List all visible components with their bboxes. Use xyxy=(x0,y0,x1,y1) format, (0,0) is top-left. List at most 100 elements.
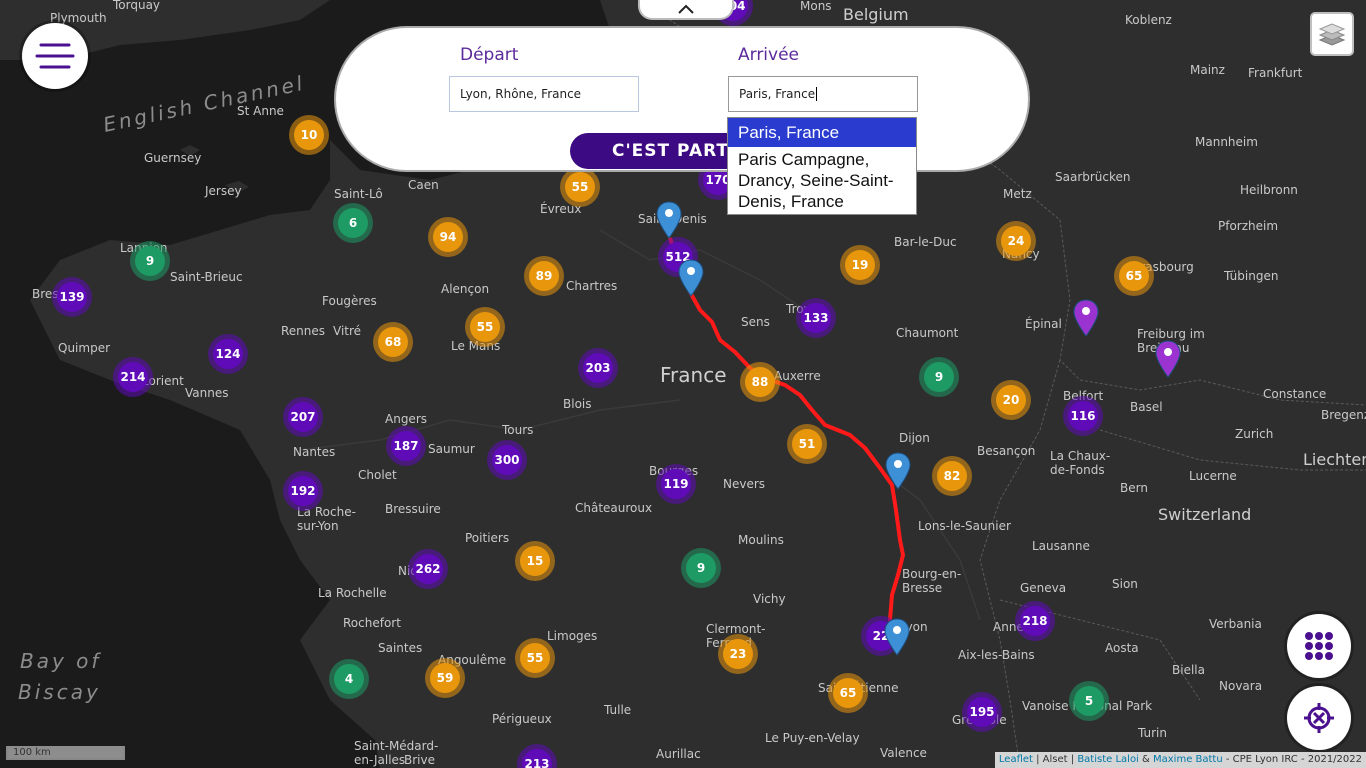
place-label: Zurich xyxy=(1235,427,1273,441)
cluster-marker[interactable]: 5 xyxy=(1069,681,1109,721)
author-link-2[interactable]: Maxime Battu xyxy=(1153,754,1223,765)
cluster-marker[interactable]: 88 xyxy=(740,362,780,402)
cluster-count: 192 xyxy=(290,484,315,498)
place-label: Pforzheim xyxy=(1218,219,1278,233)
layers-button[interactable] xyxy=(1310,12,1354,56)
place-label: Bar-le-Duc xyxy=(894,235,957,249)
cluster-marker[interactable]: 65 xyxy=(828,673,868,713)
cluster-marker[interactable]: 68 xyxy=(373,322,413,362)
cluster-marker[interactable]: 9 xyxy=(919,357,959,397)
cluster-marker[interactable]: 94 xyxy=(428,217,468,257)
cluster-count: 65 xyxy=(840,686,857,700)
place-label: Bressuire xyxy=(385,502,441,516)
cluster-marker[interactable]: 218 xyxy=(1015,601,1055,641)
cluster-marker[interactable]: 55 xyxy=(560,167,600,207)
cluster-marker[interactable]: 24 xyxy=(996,221,1036,261)
cluster-count: 10 xyxy=(301,128,318,142)
menu-button[interactable] xyxy=(22,23,88,89)
hamburger-menu-icon xyxy=(35,43,75,69)
arrivee-value: Paris, France xyxy=(739,87,816,101)
place-label: Mainz xyxy=(1190,63,1225,77)
place-label: Frankfurt xyxy=(1248,66,1303,80)
arrivee-label: Arrivée xyxy=(738,45,800,65)
cluster-marker[interactable]: 55 xyxy=(515,638,555,678)
place-label: Cholet xyxy=(358,468,397,482)
cluster-marker[interactable]: 10 xyxy=(289,115,329,155)
cluster-count: 24 xyxy=(1008,234,1025,248)
cluster-marker[interactable]: 23 xyxy=(718,634,758,674)
depart-label: Départ xyxy=(460,45,519,65)
route-panel: Départ Lyon, Rhône, France Arrivée Paris… xyxy=(334,26,1030,172)
cluster-marker[interactable]: 6 xyxy=(333,203,373,243)
cluster-marker[interactable]: 19 xyxy=(840,245,880,285)
place-label: Moulins xyxy=(738,533,784,547)
cluster-marker[interactable]: 187 xyxy=(386,426,426,466)
cluster-marker[interactable]: 20 xyxy=(991,380,1031,420)
leaflet-link[interactable]: Leaflet xyxy=(999,754,1033,765)
place-label: Lucerne xyxy=(1189,469,1237,483)
locate-button[interactable] xyxy=(1287,686,1351,750)
cluster-marker[interactable]: 9 xyxy=(130,241,170,281)
cluster-count: 119 xyxy=(663,477,688,491)
place-label: Aix-les-Bains xyxy=(958,648,1035,662)
place-label: Mannheim xyxy=(1195,135,1258,149)
place-label: Rennes xyxy=(281,324,325,338)
crosshair-locate-icon xyxy=(1304,703,1334,733)
cluster-count: 55 xyxy=(527,651,544,665)
place-label: Lausanne xyxy=(1032,539,1090,553)
place-label: Fougères xyxy=(322,294,377,308)
apps-button[interactable] xyxy=(1287,614,1351,678)
cluster-count: 187 xyxy=(393,439,418,453)
cluster-marker[interactable]: 51 xyxy=(787,424,827,464)
cluster-count: 6 xyxy=(349,216,357,230)
country-label-liechtenstein: Liechtenstein xyxy=(1303,450,1366,469)
depart-input[interactable]: Lyon, Rhône, France xyxy=(449,76,639,112)
cluster-marker[interactable]: 65 xyxy=(1114,256,1154,296)
place-label: Nevers xyxy=(723,477,765,491)
cluster-marker[interactable]: 192 xyxy=(283,471,323,511)
arrivee-input[interactable]: Paris, France xyxy=(728,76,918,112)
cluster-marker[interactable]: 82 xyxy=(932,456,972,496)
place-label: Vichy xyxy=(753,592,786,606)
country-label-switzerland: Switzerland xyxy=(1158,505,1251,524)
place-label: La Rochelle xyxy=(318,586,387,600)
cluster-marker[interactable]: 262 xyxy=(408,549,448,589)
cluster-count: 214 xyxy=(120,370,145,384)
place-label: Sion xyxy=(1112,577,1138,591)
place-label: La Chaux-de-Fonds xyxy=(1050,449,1110,477)
collapse-panel-button[interactable] xyxy=(638,0,734,20)
cluster-marker[interactable]: 300 xyxy=(487,440,527,480)
cluster-marker[interactable]: 203 xyxy=(578,348,618,388)
cluster-marker[interactable]: 139 xyxy=(52,277,92,317)
attribution-rest: - CPE Lyon IRC - 2021/2022 xyxy=(1222,754,1362,765)
place-label: Biella xyxy=(1172,663,1205,677)
cluster-marker[interactable]: 214 xyxy=(113,357,153,397)
cluster-count: 9 xyxy=(935,370,943,384)
cluster-count: 9 xyxy=(146,254,154,268)
cluster-marker[interactable]: 195 xyxy=(962,692,1002,732)
place-label: Basel xyxy=(1130,400,1163,414)
cluster-count: 116 xyxy=(1070,409,1095,423)
cluster-count: 59 xyxy=(437,671,454,685)
cluster-count: 19 xyxy=(852,258,869,272)
cluster-marker[interactable]: 4 xyxy=(329,659,369,699)
cluster-marker[interactable]: 124 xyxy=(208,334,248,374)
cluster-marker[interactable]: 89 xyxy=(524,256,564,296)
cluster-count: 207 xyxy=(290,410,315,424)
place-label: Mons xyxy=(800,0,832,13)
cluster-marker[interactable]: 15 xyxy=(515,541,555,581)
author-link-1[interactable]: Batiste Laloi xyxy=(1077,754,1139,765)
cluster-marker[interactable]: 119 xyxy=(656,464,696,504)
cluster-marker[interactable]: 9 xyxy=(681,548,721,588)
suggestion-item[interactable]: Paris, France xyxy=(728,118,916,147)
cluster-marker[interactable]: 207 xyxy=(283,397,323,437)
place-label: Verbania xyxy=(1209,617,1262,631)
cluster-marker[interactable]: 55 xyxy=(465,307,505,347)
grid-dots-icon xyxy=(1305,632,1333,660)
cluster-count: 300 xyxy=(494,453,519,467)
cluster-marker[interactable]: 116 xyxy=(1063,396,1103,436)
suggestion-item[interactable]: Paris Campagne, Drancy, Seine-Saint-Deni… xyxy=(728,147,916,214)
place-label: Guernsey xyxy=(144,151,201,165)
cluster-marker[interactable]: 59 xyxy=(425,658,465,698)
cluster-marker[interactable]: 133 xyxy=(796,298,836,338)
